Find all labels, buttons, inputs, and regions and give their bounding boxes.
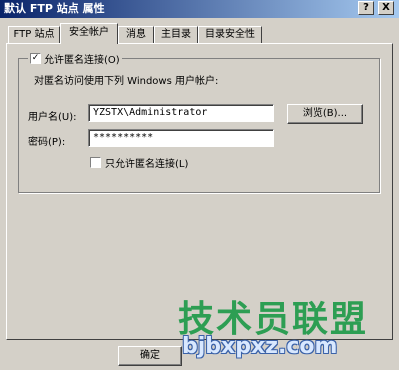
close-button[interactable]: X <box>378 1 394 15</box>
only-anonymous-checkbox-row[interactable]: 只允许匿名连接(L) <box>90 155 188 170</box>
allow-anonymous-label: 允许匿名连接(O) <box>44 54 120 66</box>
only-anonymous-label: 只允许匿名连接(L) <box>105 159 189 170</box>
password-field[interactable]: ********** <box>88 129 274 147</box>
help-button[interactable]: ? <box>358 1 374 15</box>
window-title-bar[interactable]: 默认 FTP 站点 属性 ? X <box>0 0 399 18</box>
tab-ftp-site[interactable]: FTP 站点 <box>8 26 60 43</box>
anonymous-account-description: 对匿名访问使用下列 Windows 用户帐户: <box>34 76 219 87</box>
watermark-url-text: bjbxpxz.com <box>182 334 338 359</box>
username-label: 用户名(U): <box>28 112 77 123</box>
site-watermark: 技术员联盟 bjbxpxz.com <box>178 300 388 364</box>
tab-directory-security[interactable]: 目录安全性 <box>198 26 262 43</box>
ok-button[interactable]: 确定 <box>118 346 182 366</box>
allow-anonymous-checkbox-row[interactable]: ✓ 允许匿名连接(O) <box>28 51 122 66</box>
tab-security-accounts[interactable]: 安全帐户 <box>60 23 118 44</box>
username-field[interactable]: YZSTX\Administrator <box>88 104 274 122</box>
window-title: 默认 FTP 站点 属性 <box>4 2 105 15</box>
tab-messages[interactable]: 消息 <box>118 26 154 43</box>
browse-button[interactable]: 浏览(B)... <box>287 104 363 124</box>
password-label: 密码(P): <box>28 137 66 148</box>
allow-anonymous-checkbox[interactable]: ✓ <box>30 52 41 64</box>
only-anonymous-checkbox[interactable] <box>90 157 101 168</box>
tab-home-directory[interactable]: 主目录 <box>154 26 198 43</box>
